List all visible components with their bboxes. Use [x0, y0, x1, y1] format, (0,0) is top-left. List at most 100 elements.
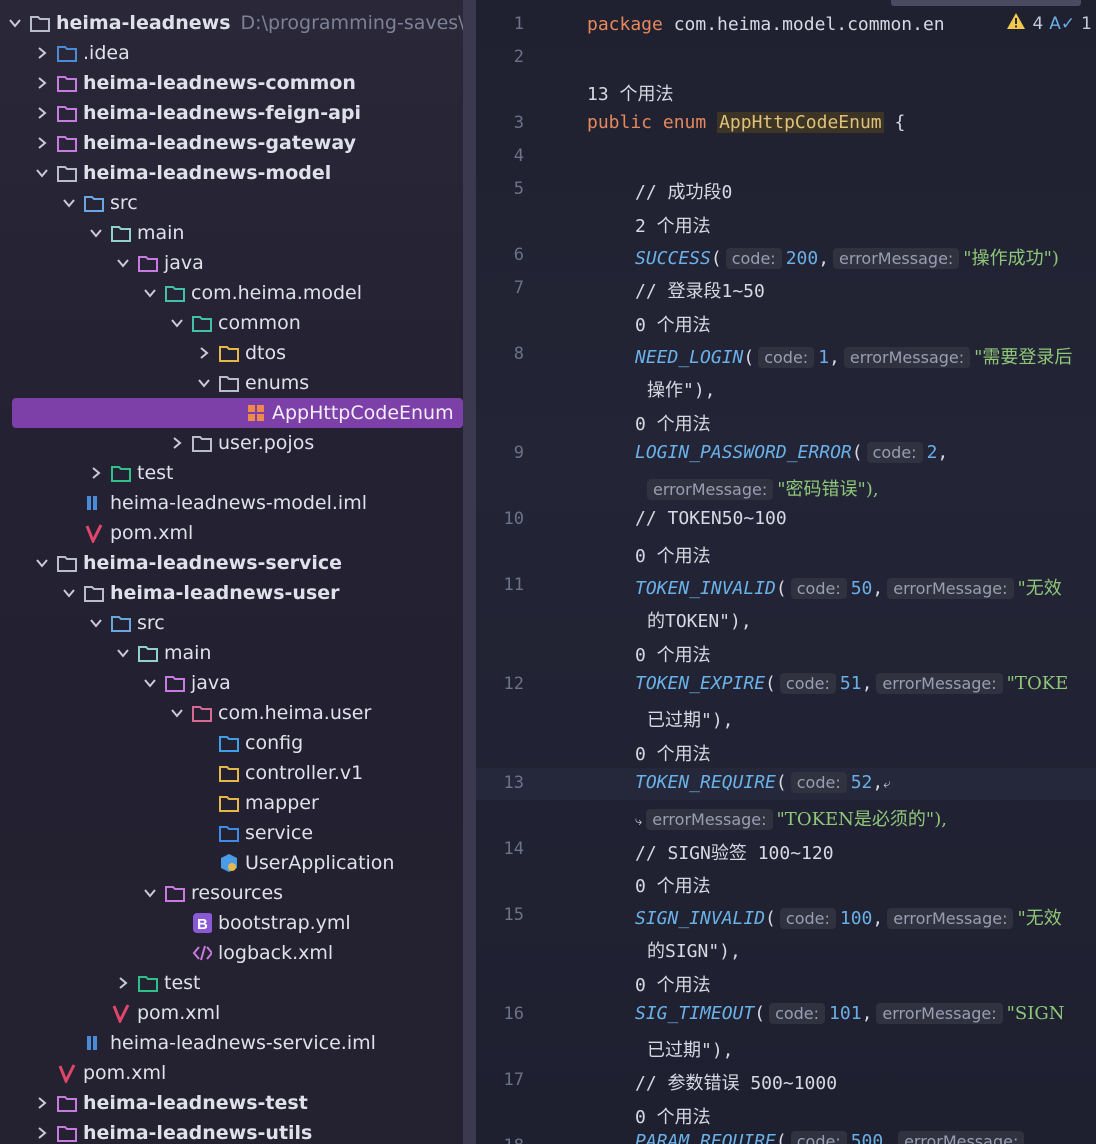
tree-item[interactable]: Bbootstrap.yml: [0, 908, 466, 938]
chevron-down-icon[interactable]: [62, 188, 76, 218]
chevron-right-icon[interactable]: [35, 1118, 49, 1144]
tree-item[interactable]: heima-leadnews-service: [0, 548, 466, 578]
tree-item[interactable]: main: [0, 218, 466, 248]
tree-item[interactable]: .idea: [0, 38, 466, 68]
tree-item[interactable]: dtos: [0, 338, 466, 368]
code-line-16-wrap[interactable]: 已过期"),: [647, 1036, 734, 1062]
tree-item[interactable]: heima-leadnews-gateway: [0, 128, 466, 158]
line-number[interactable]: 1: [476, 14, 524, 34]
line-number[interactable]: 16: [476, 1004, 524, 1024]
chevron-down-icon[interactable]: [143, 668, 157, 698]
usage-hint[interactable]: 0 个用法: [635, 971, 711, 997]
chevron-down-icon[interactable]: [89, 218, 103, 248]
chevron-down-icon[interactable]: [170, 308, 184, 338]
chevron-down-icon[interactable]: [35, 548, 49, 578]
line-number[interactable]: 9: [476, 443, 524, 463]
tree-item[interactable]: pom.xml: [0, 1058, 466, 1088]
tree-item[interactable]: src: [0, 608, 466, 638]
code-line-11-wrap[interactable]: 的TOKEN"),: [647, 607, 752, 633]
code-line-8-wrap[interactable]: 操作"),: [647, 376, 716, 402]
tree-item[interactable]: com.heima.model: [0, 278, 466, 308]
tree-item[interactable]: controller.v1: [0, 758, 466, 788]
line-number[interactable]: 12: [476, 674, 524, 694]
code-line-1[interactable]: package com.heima.model.common.en: [587, 14, 945, 35]
line-number[interactable]: 6: [476, 245, 524, 265]
tree-item[interactable]: heima-leadnews-feign-api: [0, 98, 466, 128]
line-number[interactable]: 3: [476, 113, 524, 133]
tree-item[interactable]: heima-leadnews-test: [0, 1088, 466, 1118]
tree-item[interactable]: config: [0, 728, 466, 758]
code-line-9-wrap[interactable]: errorMessage: "密码错误"),: [643, 475, 879, 501]
tree-item[interactable]: heima-leadnews-utils: [0, 1118, 466, 1144]
code-line-6[interactable]: SUCCESS(code: 200, errorMessage: "操作成功"): [635, 244, 1059, 270]
chevron-down-icon[interactable]: [116, 248, 130, 278]
tree-item[interactable]: common: [0, 308, 466, 338]
code-line-16[interactable]: SIG_TIMEOUT(code: 101, errorMessage: "SIGN: [635, 1003, 1065, 1024]
tree-item[interactable]: main: [0, 638, 466, 668]
line-number[interactable]: 2: [476, 47, 524, 67]
code-line-15-wrap[interactable]: 的SIGN"),: [647, 937, 741, 963]
line-number[interactable]: 4: [476, 146, 524, 166]
chevron-down-icon[interactable]: [35, 158, 49, 188]
tree-item[interactable]: com.heima.user: [0, 698, 466, 728]
project-tree-panel[interactable]: heima-leadnews D:\programming-saves\Ja .id…: [0, 0, 466, 1144]
tree-item[interactable]: heima-leadnews D:\programming-saves\Ja: [0, 8, 466, 38]
chevron-right-icon[interactable]: [35, 1088, 49, 1118]
line-number[interactable]: 13: [476, 773, 524, 793]
usage-hint[interactable]: 13 个用法: [587, 80, 674, 106]
usage-hint[interactable]: 0 个用法: [635, 410, 711, 436]
usage-hint[interactable]: 0 个用法: [635, 740, 711, 766]
chevron-down-icon[interactable]: [116, 638, 130, 668]
line-number[interactable]: 7: [476, 278, 524, 298]
code-line-12[interactable]: TOKEN_EXPIRE(code: 51, errorMessage: "TOKE: [635, 673, 1068, 694]
usage-hint[interactable]: 0 个用法: [635, 1103, 711, 1129]
code-line-13[interactable]: TOKEN_REQUIRE(code: 52,⤶: [635, 772, 891, 793]
chevron-right-icon[interactable]: [35, 38, 49, 68]
line-number[interactable]: 11: [476, 575, 524, 595]
chevron-down-icon[interactable]: [8, 8, 22, 38]
chevron-right-icon[interactable]: [197, 338, 211, 368]
usage-hint[interactable]: 0 个用法: [635, 641, 711, 667]
usage-hint[interactable]: 0 个用法: [635, 311, 711, 337]
tree-item[interactable]: heima-leadnews-model: [0, 158, 466, 188]
tree-scrollbar[interactable]: [463, 0, 476, 1144]
tree-item[interactable]: logback.xml: [0, 938, 466, 968]
chevron-right-icon[interactable]: [35, 98, 49, 128]
chevron-down-icon[interactable]: [89, 608, 103, 638]
code-line-3[interactable]: public enum AppHttpCodeEnum {: [587, 112, 905, 133]
tree-item[interactable]: src: [0, 188, 466, 218]
code-editor[interactable]: 4 A✓ 1 package com.heima.model.common.en…: [476, 0, 1096, 1144]
tree-item[interactable]: test: [0, 458, 466, 488]
usage-hint[interactable]: 2 个用法: [635, 212, 711, 238]
chevron-right-icon[interactable]: [35, 68, 49, 98]
tree-item[interactable]: pom.xml: [0, 998, 466, 1028]
line-number[interactable]: 8: [476, 344, 524, 364]
tree-item[interactable]: heima-leadnews-common: [0, 68, 466, 98]
code-line-11[interactable]: TOKEN_INVALID(code: 50, errorMessage: "无效: [635, 574, 1062, 600]
tree-item[interactable]: heima-leadnews-service.iml: [0, 1028, 466, 1058]
tree-item[interactable]: enums: [0, 368, 466, 398]
code-line-15[interactable]: SIGN_INVALID(code: 100, errorMessage: "无效: [635, 904, 1062, 930]
tree-item[interactable]: java: [0, 668, 466, 698]
code-line-12-wrap[interactable]: 已过期"),: [647, 706, 734, 732]
chevron-down-icon[interactable]: [170, 698, 184, 728]
tree-item[interactable]: java: [0, 248, 466, 278]
code-line-13-wrap[interactable]: ⤷ errorMessage: "TOKEN是必须的"),: [635, 805, 947, 831]
tree-item[interactable]: AppHttpCodeEnum: [12, 398, 463, 428]
code-line-18[interactable]: PARAM_REQUIRE(code: 500, errorMessage:: [635, 1131, 1028, 1144]
tree-item[interactable]: service: [0, 818, 466, 848]
usage-hint[interactable]: 0 个用法: [635, 542, 711, 568]
chevron-right-icon[interactable]: [170, 428, 184, 458]
chevron-down-icon[interactable]: [143, 278, 157, 308]
line-number[interactable]: 5: [476, 179, 524, 199]
tree-item[interactable]: user.pojos: [0, 428, 466, 458]
tree-item[interactable]: pom.xml: [0, 518, 466, 548]
chevron-down-icon[interactable]: [62, 578, 76, 608]
inspection-widget[interactable]: 4 A✓ 1: [1006, 12, 1092, 35]
tree-item[interactable]: mapper: [0, 788, 466, 818]
code-line-8[interactable]: NEED_LOGIN(code: 1, errorMessage: "需要登录后: [635, 343, 1072, 369]
tree-item[interactable]: UserApplication: [0, 848, 466, 878]
tree-item[interactable]: heima-leadnews-model.iml: [0, 488, 466, 518]
line-number[interactable]: 17: [476, 1070, 524, 1090]
tree-item[interactable]: heima-leadnews-user: [0, 578, 466, 608]
